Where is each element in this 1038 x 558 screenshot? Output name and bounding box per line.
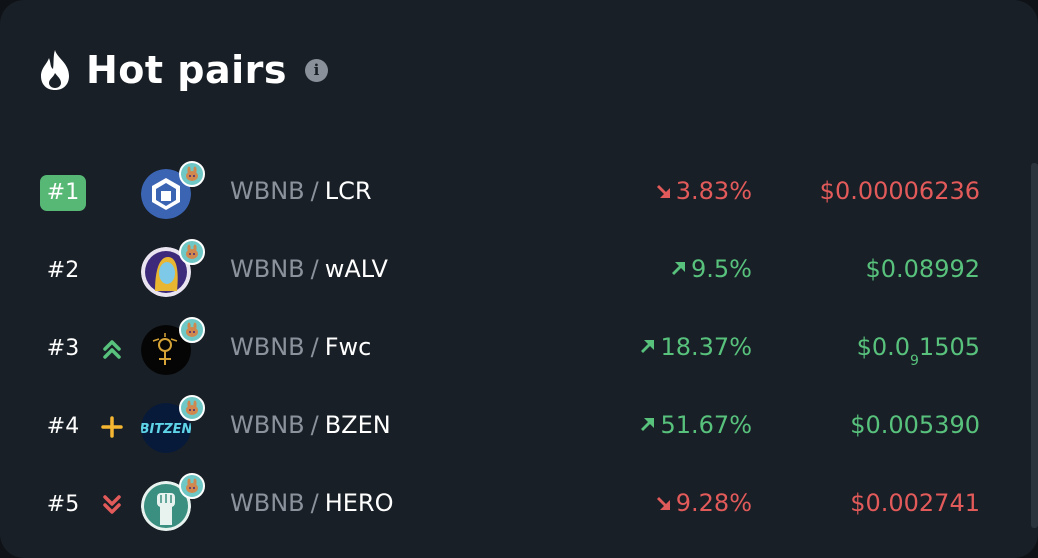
price-change-value: 51.67% [660,411,752,439]
base-token: WBNB [230,255,305,283]
pair-row-3[interactable]: #3 WBNB / Fwc 18.37% $0.091505 [0,309,1000,387]
arrow-down-right-icon [656,185,670,198]
pair-separator: / [310,411,319,439]
price-prefix: $0.0 [856,333,910,361]
svg-text:BITZEN: BITZEN [141,422,191,437]
pancakeswap-icon [179,161,205,187]
pair-name: WBNB / LCR [230,177,372,205]
price-change-value: 18.37% [660,333,752,361]
quote-token: wALV [324,255,388,283]
quote-token: BZEN [324,411,391,439]
price-change-value: 9.5% [691,255,752,283]
info-icon[interactable]: i [305,58,329,82]
pair-row-4[interactable]: #4 BITZEN WBNB / BZEN 51.67% $0.005390 [0,387,1000,465]
price: $0.08992 [865,255,980,283]
pair-name: WBNB / HERO [230,489,394,517]
arrow-up-right-icon [641,340,655,353]
arrow-down-right-icon [656,497,670,510]
pancakeswap-icon [179,473,205,499]
scrollbar[interactable] [1031,163,1038,528]
hot-pairs-card: Hot pairs i #1 WBNB / LCR 3.83% $0.0000623… [0,0,1038,558]
pair-separator: / [310,333,319,361]
price: $0.091505 [856,333,980,369]
base-token: WBNB [230,489,305,517]
double-chevron-down-icon [103,495,121,514]
price: $0.00006236 [819,177,980,205]
base-token: WBNB [230,177,305,205]
arrow-up-right-icon [672,262,686,275]
pair-separator: / [310,255,319,283]
price-change: 51.67% [640,411,752,439]
price-change: 9.5% [671,255,752,283]
pair-separator: / [310,489,319,517]
flame-icon [41,50,69,90]
hot-pairs-header: Hot pairs i [38,46,329,94]
double-chevron-up-icon [103,340,121,359]
plus-icon [101,416,123,438]
pair-row-2[interactable]: #2 WBNB / wALV 9.5% $0.08992 [0,231,1000,309]
pancakeswap-icon [179,239,205,265]
base-token: WBNB [230,411,305,439]
rank-label: #5 [46,492,80,517]
price: $0.002741 [850,489,980,517]
price: $0.005390 [850,411,980,439]
page-title: Hot pairs [86,48,288,92]
quote-token: HERO [324,489,394,517]
pancakeswap-icon [179,395,205,421]
base-token: WBNB [230,333,305,361]
price-suffix: 1505 [918,333,980,361]
rank-label: #2 [46,258,80,283]
pair-separator: / [310,177,319,205]
pair-name: WBNB / BZEN [230,411,391,439]
price-change-value: 9.28% [675,489,752,517]
price-change: 9.28% [656,489,752,517]
price-zero-count: 9 [910,353,919,369]
quote-token: Fwc [324,333,372,361]
quote-token: LCR [324,177,372,205]
pair-row-5[interactable]: #5 WBNB / HERO 9.28% $0.002741 [0,465,1000,543]
pair-name: WBNB / wALV [230,255,388,283]
price-change: 3.83% [656,177,752,205]
price-change: 18.37% [640,333,752,361]
pair-row-1[interactable]: #1 WBNB / LCR 3.83% $0.00006236 [0,153,1000,231]
pancakeswap-icon [179,317,205,343]
rank-label: #4 [46,414,80,439]
arrow-up-right-icon [641,418,655,431]
rank-label: #3 [46,336,80,361]
pair-name: WBNB / Fwc [230,333,371,361]
rank-badge: #1 [40,175,86,211]
price-change-value: 3.83% [675,177,752,205]
